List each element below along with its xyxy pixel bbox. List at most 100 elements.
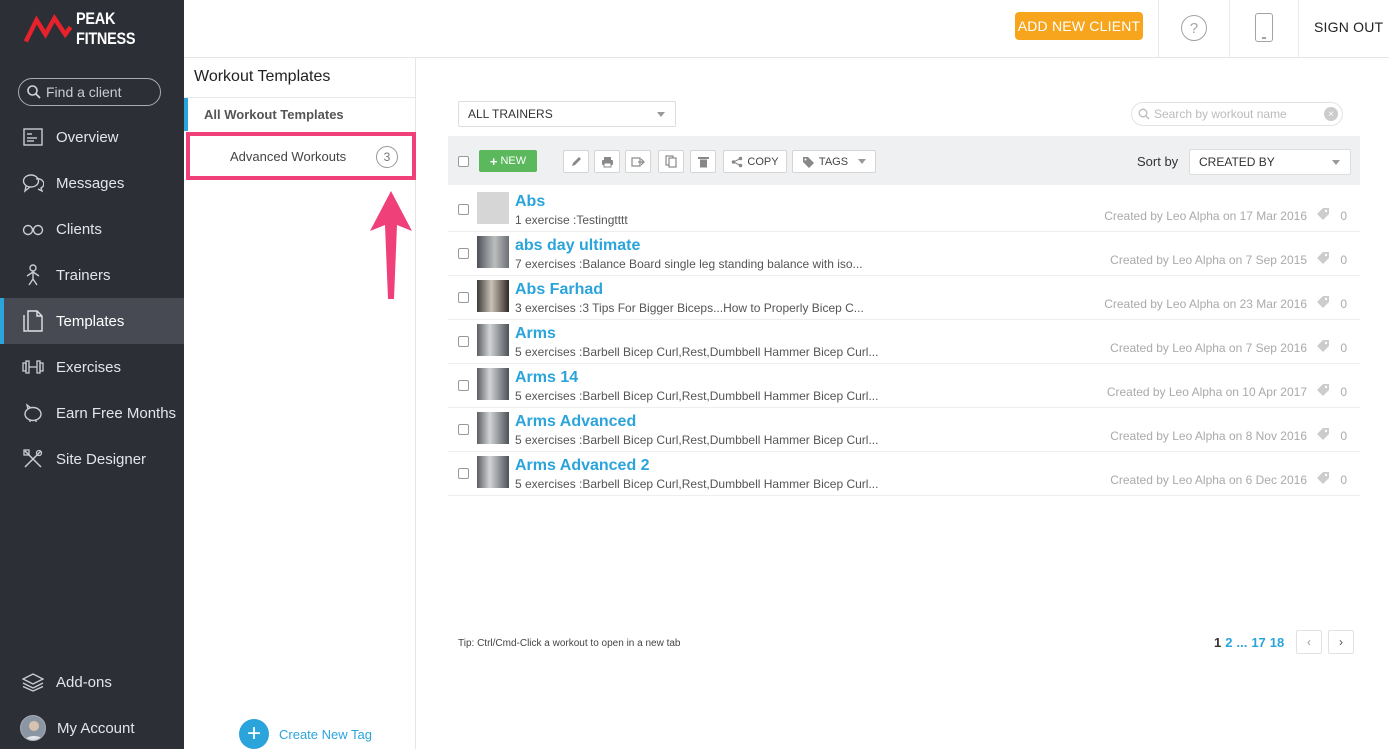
tag-icon[interactable]	[1316, 252, 1330, 265]
sidebar-item-clients[interactable]: Clients	[0, 206, 184, 252]
sign-out-link[interactable]: SIGN OUT	[1314, 19, 1383, 35]
divider	[1298, 0, 1299, 58]
chevron-right-icon: ›	[1339, 635, 1343, 649]
sidebar-item-earn-free-months[interactable]: Earn Free Months	[0, 390, 184, 436]
workout-title[interactable]: Abs Farhad	[515, 281, 603, 299]
pencil-icon	[572, 156, 581, 166]
chevron-down-icon	[1332, 160, 1340, 165]
assign-button[interactable]	[625, 150, 651, 173]
sort-by-select[interactable]: CREATED BY	[1189, 149, 1351, 175]
all-workout-templates-link[interactable]: All Workout Templates	[184, 98, 415, 131]
workout-summary: 5 exercises :Barbell Bicep Curl,Rest,Dum…	[515, 477, 879, 491]
workout-search-input[interactable]	[1154, 107, 1324, 121]
sidebar-item-templates[interactable]: Templates	[0, 298, 184, 344]
client-search-input[interactable]	[46, 84, 156, 100]
row-checkbox[interactable]	[458, 380, 469, 391]
sidebar-item-add-ons[interactable]: Add-ons	[0, 659, 184, 705]
tag-icon[interactable]	[1316, 428, 1330, 441]
page-ellipsis: ...	[1236, 635, 1248, 650]
page-link[interactable]: 18	[1270, 635, 1284, 650]
row-checkbox[interactable]	[458, 336, 469, 347]
workout-search[interactable]: ×	[1131, 102, 1343, 126]
sidebar-item-label: Messages	[56, 174, 125, 192]
row-checkbox[interactable]	[458, 468, 469, 479]
tag-icon	[802, 156, 814, 168]
divider	[1229, 0, 1230, 58]
annotation-arrow-icon	[370, 191, 412, 299]
clear-icon[interactable]: ×	[1324, 107, 1338, 121]
copy-button[interactable]: COPY	[723, 150, 787, 173]
client-search[interactable]	[18, 78, 161, 106]
sidebar-item-exercises[interactable]: Exercises	[0, 344, 184, 390]
table-row[interactable]: abs day ultimate 7 exercises :Balance Bo…	[448, 232, 1360, 276]
tag-icon[interactable]	[1316, 384, 1330, 397]
workout-created-by: Created by Leo Alpha on 23 Mar 2016	[1104, 297, 1307, 311]
assign-icon	[631, 156, 645, 167]
new-workout-button[interactable]: + NEW	[479, 150, 537, 172]
print-button[interactable]	[594, 150, 620, 173]
row-checkbox[interactable]	[458, 292, 469, 303]
tag-label: Advanced Workouts	[230, 148, 347, 164]
tags-dropdown[interactable]: TAGS	[792, 150, 876, 173]
row-checkbox[interactable]	[458, 204, 469, 215]
trainers-filter-select[interactable]: ALL TRAINERS	[458, 101, 676, 127]
add-new-client-button[interactable]: ADD NEW CLIENT	[1015, 12, 1143, 40]
workout-thumbnail	[477, 412, 509, 444]
tools-icon	[22, 448, 44, 470]
table-row[interactable]: Arms Advanced 5 exercises :Barbell Bicep…	[448, 408, 1360, 452]
dumbbell-icon	[22, 356, 44, 378]
workout-title[interactable]: Arms	[515, 325, 556, 343]
tag-icon[interactable]	[1316, 340, 1330, 353]
delete-button[interactable]	[690, 150, 716, 173]
table-row[interactable]: Arms 14 5 exercises :Barbell Bicep Curl,…	[448, 364, 1360, 408]
tag-icon[interactable]	[1316, 296, 1330, 309]
sidebar-item-my-account[interactable]: My Account	[0, 705, 184, 751]
select-all-checkbox[interactable]	[458, 156, 469, 167]
sidebar-item-site-designer[interactable]: Site Designer	[0, 436, 184, 482]
sidebar-item-overview[interactable]: Overview	[0, 114, 184, 160]
duplicate-icon	[665, 155, 677, 168]
row-checkbox[interactable]	[458, 424, 469, 435]
sidebar-item-trainers[interactable]: Trainers	[0, 252, 184, 298]
page-link[interactable]: 17	[1251, 635, 1265, 650]
workout-created-by: Created by Leo Alpha on 10 Apr 2017	[1106, 385, 1307, 399]
workout-title[interactable]: Arms Advanced	[515, 413, 636, 431]
trash-icon	[697, 156, 709, 167]
table-row[interactable]: Abs 1 exercise :Testingtttt Created by L…	[448, 188, 1360, 232]
prev-page-button[interactable]: ‹	[1296, 630, 1322, 654]
divider	[1158, 0, 1159, 58]
top-bar: ADD NEW CLIENT ? SIGN OUT	[184, 0, 1389, 58]
trainers-filter-value: ALL TRAINERS	[468, 107, 553, 121]
workout-title[interactable]: abs day ultimate	[515, 237, 640, 255]
table-row[interactable]: Arms 5 exercises :Barbell Bicep Curl,Res…	[448, 320, 1360, 364]
workout-created-by: Created by Leo Alpha on 7 Sep 2015	[1110, 253, 1307, 267]
brand-name: PEAK FITNESS	[76, 9, 136, 48]
workout-title[interactable]: Arms Advanced 2	[515, 457, 650, 475]
brand-logo[interactable]: PEAK FITNESS	[24, 9, 184, 48]
panel-title: Workout Templates	[194, 68, 331, 85]
sidebar-item-label: Site Designer	[56, 450, 147, 468]
tag-icon[interactable]	[1316, 208, 1330, 221]
table-row[interactable]: Arms Advanced 2 5 exercises :Barbell Bic…	[448, 452, 1360, 496]
pagination: 1 2 ... 17 18	[1214, 635, 1284, 650]
tag-icon[interactable]	[1316, 472, 1330, 485]
page-link[interactable]: 2	[1225, 635, 1232, 650]
workout-created-by: Created by Leo Alpha on 8 Nov 2016	[1110, 429, 1307, 443]
templates-panel: Workout Templates All Workout Templates …	[184, 58, 416, 749]
duplicate-button[interactable]	[658, 150, 684, 173]
mobile-preview-icon[interactable]	[1255, 13, 1273, 42]
tag-count: 0	[1340, 253, 1347, 267]
workout-title[interactable]: Arms 14	[515, 369, 578, 387]
workout-title[interactable]: Abs	[515, 193, 545, 211]
sidebar-item-messages[interactable]: Messages	[0, 160, 184, 206]
tag-advanced-workouts[interactable]: Advanced Workouts 3	[186, 132, 416, 180]
clients-icon	[22, 218, 44, 240]
create-new-tag-button[interactable]: + Create New Tag	[239, 719, 372, 749]
edit-button[interactable]	[563, 150, 589, 173]
help-icon[interactable]: ?	[1181, 15, 1207, 41]
next-page-button[interactable]: ›	[1328, 630, 1354, 654]
row-checkbox[interactable]	[458, 248, 469, 259]
tag-count: 0	[1340, 429, 1347, 443]
table-row[interactable]: Abs Farhad 3 exercises :3 Tips For Bigge…	[448, 276, 1360, 320]
search-icon	[27, 85, 41, 99]
